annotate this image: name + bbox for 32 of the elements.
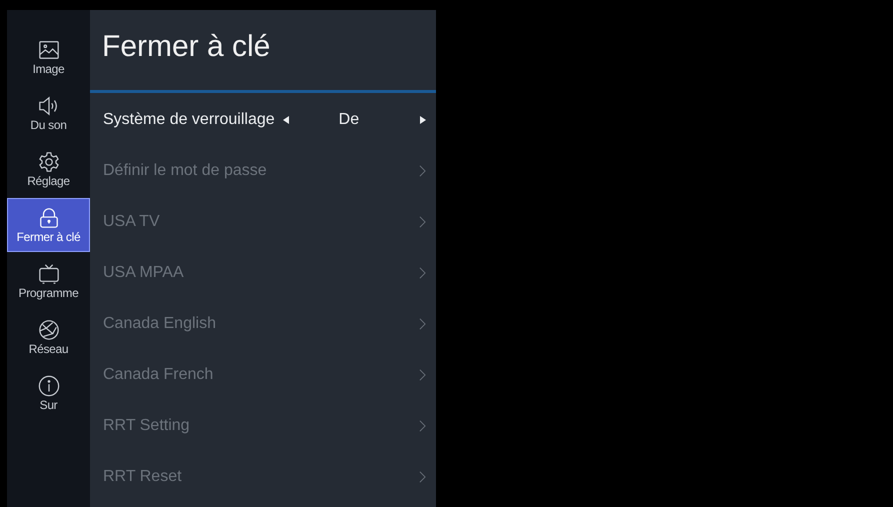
sidebar-label: Fermer à clé xyxy=(16,230,80,244)
sidebar-label: Image xyxy=(32,62,64,76)
chevron-right-icon xyxy=(419,420,426,432)
chevron-right-icon xyxy=(419,266,426,278)
sidebar-item[interactable]: Réglage xyxy=(7,142,90,196)
image-icon xyxy=(38,38,60,60)
chevron-right-icon xyxy=(419,216,426,228)
left-arrow-icon[interactable] xyxy=(282,116,289,124)
sidebar-label: Du son xyxy=(30,118,67,132)
chevron-right-icon xyxy=(419,470,426,482)
chevron-right-icon xyxy=(419,368,426,380)
sidebar-label: Réglage xyxy=(27,174,70,188)
sidebar-item[interactable]: Image xyxy=(7,30,90,84)
chevron-right-icon xyxy=(419,318,426,330)
right-arrow-icon[interactable] xyxy=(420,116,426,124)
sidebar-label: Sur xyxy=(40,398,58,412)
info-icon xyxy=(38,374,60,396)
tv-icon xyxy=(38,262,60,284)
sidebar-item[interactable]: Programme xyxy=(7,254,90,308)
lock-icon xyxy=(38,206,60,228)
globe-icon xyxy=(38,318,60,340)
sidebar-item[interactable]: Fermer à clé xyxy=(7,198,90,252)
menu-title: Fermer à clé xyxy=(101,29,272,65)
sidebar-label: Programme xyxy=(18,286,78,300)
settings-icon xyxy=(38,150,60,172)
sidebar-item[interactable]: Sur xyxy=(7,366,90,420)
sidebar-item[interactable]: Réseau xyxy=(7,310,90,364)
sidebar-label: Réseau xyxy=(28,342,68,356)
chevron-right-icon xyxy=(419,164,426,176)
sidebar-item[interactable]: Du son xyxy=(7,86,90,140)
speaker-icon xyxy=(38,94,60,116)
menu-item[interactable]: Système de verrouillage De xyxy=(90,94,436,145)
